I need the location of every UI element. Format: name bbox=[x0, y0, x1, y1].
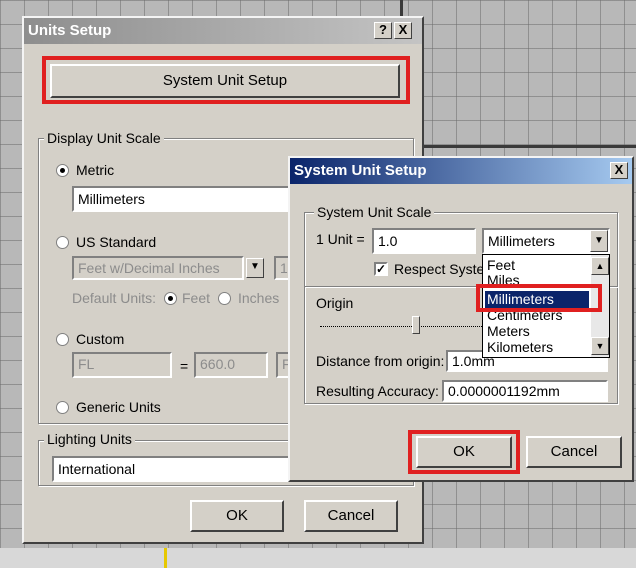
us-standard-label: US Standard bbox=[76, 234, 157, 250]
resulting-accuracy-label: Resulting Accuracy: bbox=[316, 383, 439, 399]
close-icon[interactable]: X bbox=[610, 162, 628, 179]
inches-radio[interactable] bbox=[218, 292, 231, 305]
list-scrollbar[interactable]: ▲ ▼ bbox=[591, 255, 609, 357]
chevron-down-icon[interactable]: ▼ bbox=[246, 258, 264, 278]
distance-from-origin-label: Distance from origin: bbox=[316, 353, 445, 369]
units-setup-titlebar: Units Setup ? X bbox=[24, 18, 422, 44]
list-item[interactable]: Kilometers bbox=[485, 339, 589, 356]
feet-label: Feet bbox=[182, 290, 211, 306]
chevron-down-icon[interactable]: ▼ bbox=[591, 337, 609, 355]
metric-label: Metric bbox=[76, 162, 115, 178]
viewport-bottom bbox=[0, 548, 636, 568]
origin-slider-thumb[interactable] bbox=[412, 316, 420, 334]
feet-radio[interactable] bbox=[164, 292, 177, 305]
cancel-button[interactable]: Cancel bbox=[526, 436, 622, 468]
system-unit-setup-dialog: System Unit Setup X System Unit Scale 1 … bbox=[288, 156, 634, 482]
lighting-units-dropdown[interactable]: International bbox=[52, 456, 312, 482]
origin-slider-track[interactable] bbox=[320, 326, 490, 329]
system-unit-setup-title: System Unit Setup bbox=[294, 162, 427, 179]
lighting-units-legend: Lighting Units bbox=[44, 431, 135, 447]
chevron-down-icon[interactable]: ▼ bbox=[590, 230, 608, 252]
metric-radio[interactable] bbox=[56, 164, 69, 177]
origin-label: Origin bbox=[316, 295, 354, 311]
list-item[interactable]: Centimeters bbox=[485, 307, 589, 324]
inches-label: Inches bbox=[238, 290, 280, 306]
unit-label: 1 Unit = bbox=[316, 231, 365, 247]
custom-name-field[interactable]: FL bbox=[72, 352, 172, 378]
generic-units-label: Generic Units bbox=[76, 399, 161, 415]
chevron-up-icon[interactable]: ▲ bbox=[591, 257, 609, 275]
us-standard-radio[interactable] bbox=[56, 236, 69, 249]
resulting-accuracy-field: 0.0000001192mm bbox=[442, 380, 608, 402]
generic-units-radio[interactable] bbox=[56, 401, 69, 414]
system-unit-scale-legend: System Unit Scale bbox=[314, 204, 435, 220]
us-standard-dropdown[interactable]: Feet w/Decimal Inches bbox=[72, 256, 244, 280]
ok-button[interactable]: OK bbox=[190, 500, 284, 532]
custom-label: Custom bbox=[76, 331, 125, 347]
respect-system-units-label: Respect Syste bbox=[394, 261, 485, 277]
list-item[interactable]: Miles bbox=[485, 272, 589, 289]
cancel-button[interactable]: Cancel bbox=[304, 500, 398, 532]
equals-label: = bbox=[180, 358, 189, 374]
unit-value-field[interactable]: 1.0 bbox=[372, 228, 476, 254]
list-item[interactable]: Meters bbox=[485, 323, 589, 340]
unit-options-list[interactable]: Feet Miles Millimeters Centimeters Meter… bbox=[482, 254, 610, 358]
viewport-axis-line bbox=[400, 145, 636, 148]
close-icon[interactable]: X bbox=[394, 22, 412, 39]
custom-value-field[interactable]: 660.0 bbox=[194, 352, 268, 378]
display-unit-scale-legend: Display Unit Scale bbox=[44, 130, 164, 146]
metric-dropdown[interactable]: Millimeters bbox=[72, 186, 312, 212]
viewport-yellow-line bbox=[164, 548, 167, 568]
help-icon[interactable]: ? bbox=[374, 22, 392, 39]
list-item-selected[interactable]: Millimeters bbox=[485, 291, 589, 308]
custom-radio[interactable] bbox=[56, 333, 69, 346]
system-unit-setup-button[interactable]: System Unit Setup bbox=[50, 64, 400, 98]
respect-system-units-checkbox[interactable]: ✓ bbox=[374, 262, 388, 276]
ok-button[interactable]: OK bbox=[416, 436, 512, 468]
units-setup-title: Units Setup bbox=[28, 22, 112, 39]
system-unit-setup-titlebar: System Unit Setup X bbox=[290, 158, 632, 184]
default-units-label: Default Units: bbox=[72, 290, 157, 306]
